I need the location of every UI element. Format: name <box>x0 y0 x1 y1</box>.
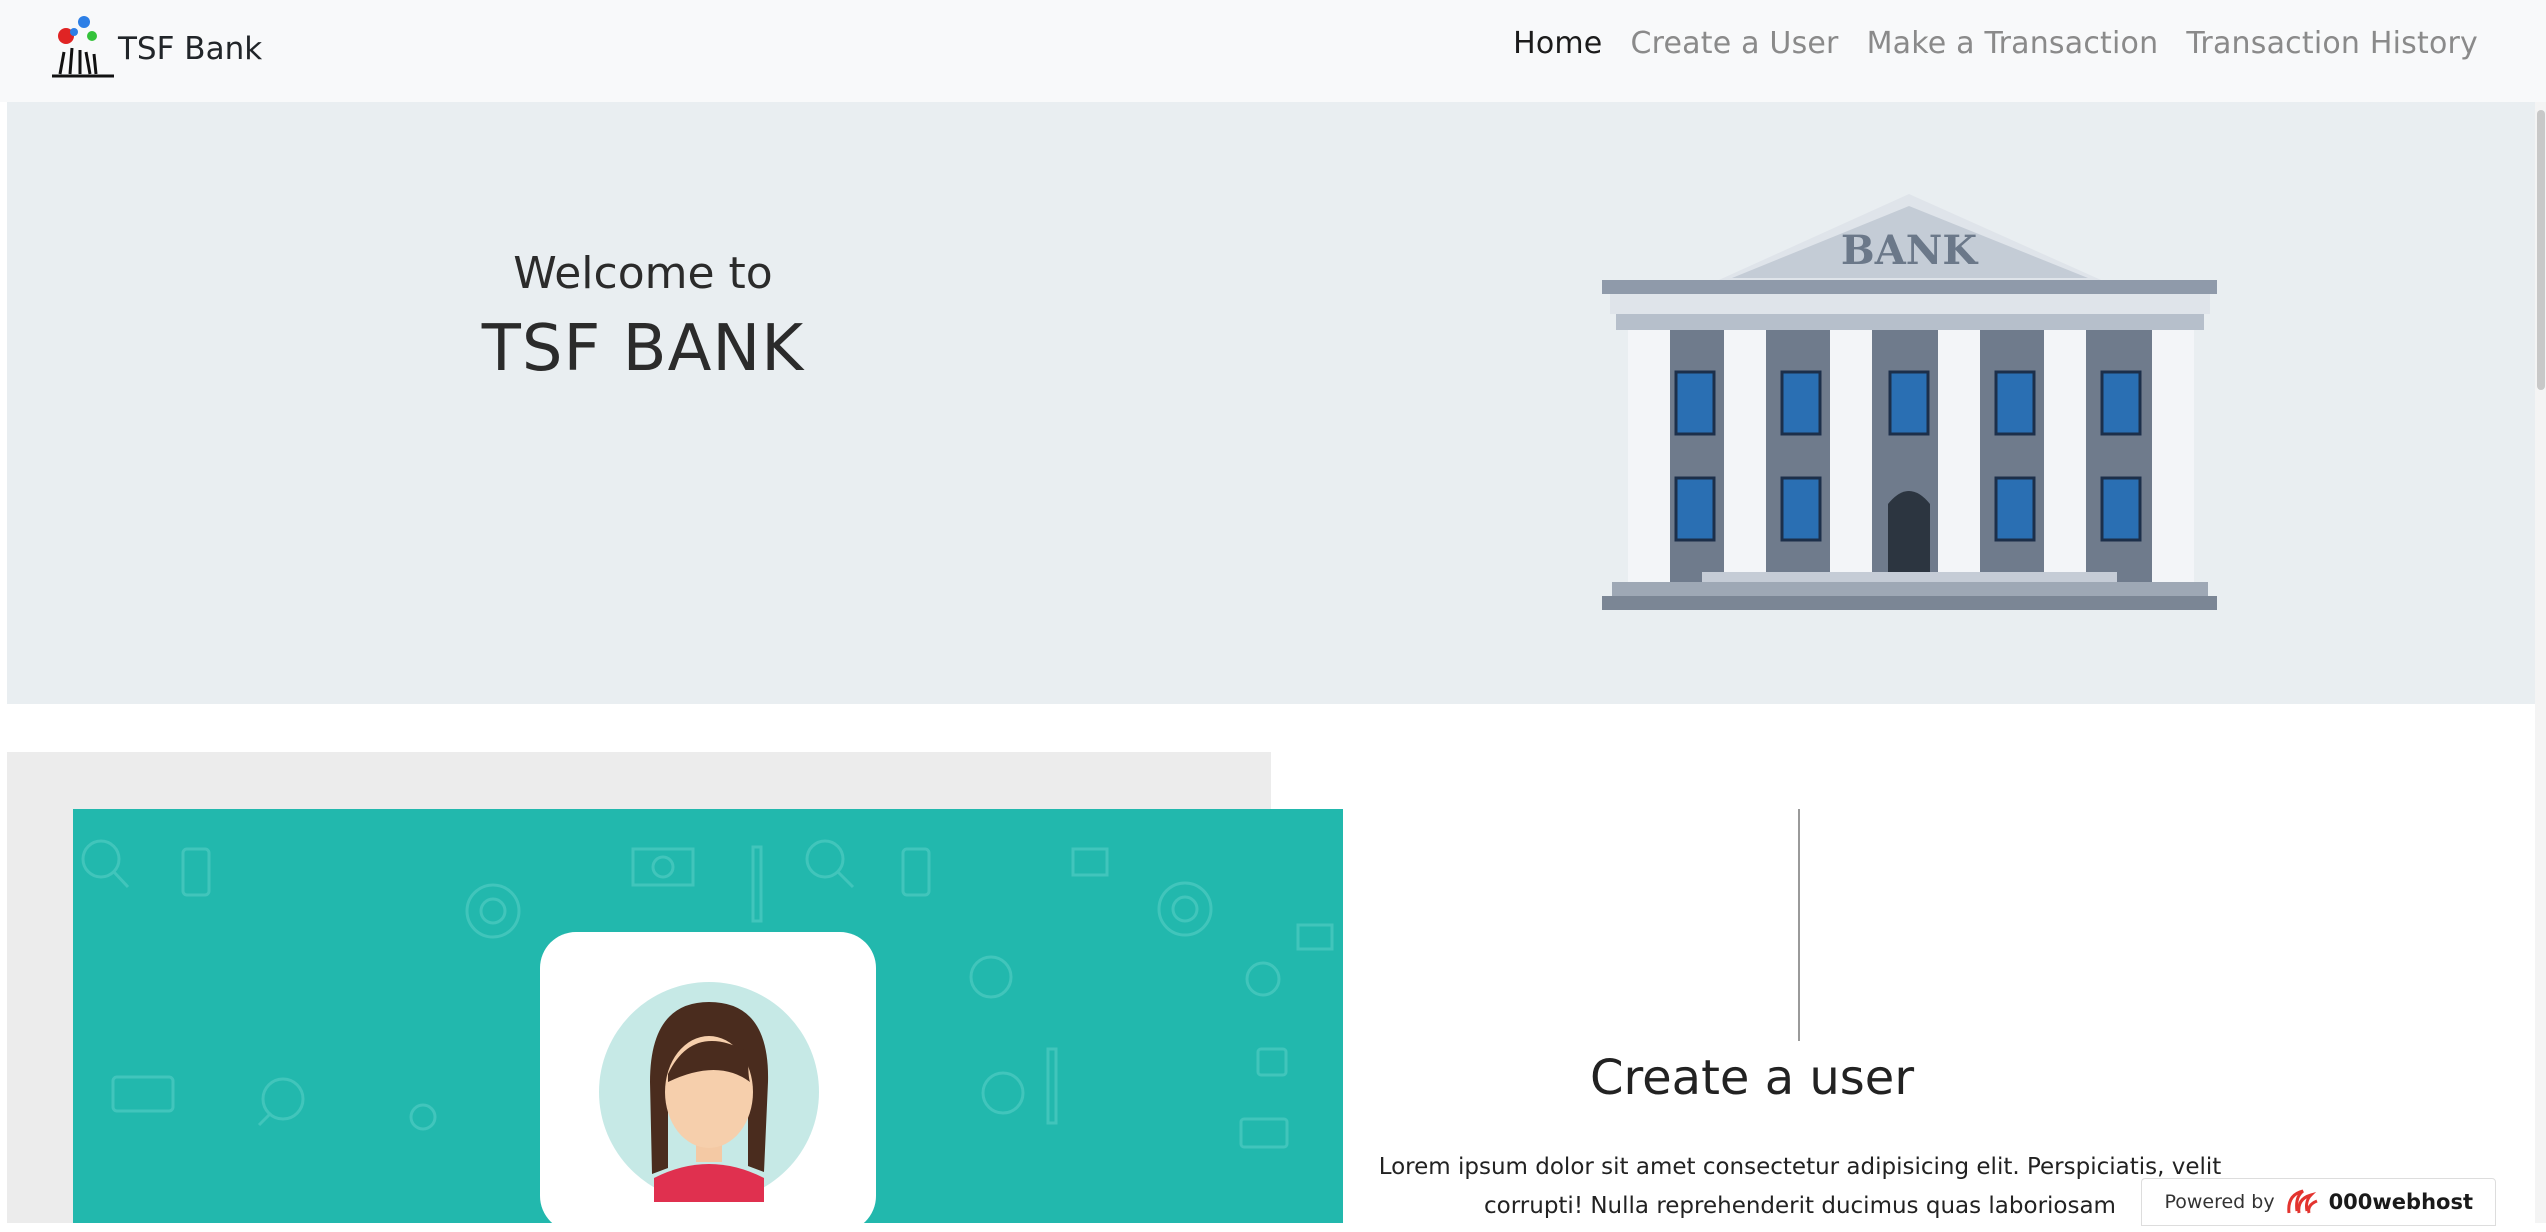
user-avatar-icon <box>599 982 819 1202</box>
brand-name: TSF Bank <box>118 31 263 67</box>
bank-logo-icon <box>52 16 114 78</box>
bank-building-illustration: BANK <box>1602 194 2217 610</box>
bank-sign-text: BANK <box>1841 227 1978 274</box>
webhost-badge[interactable]: Powered by 000webhost <box>2141 1178 2496 1226</box>
webhost-name: 000webhost <box>2328 1190 2473 1214</box>
nav-link-create-user[interactable]: Create a User <box>1630 26 1838 61</box>
section-divider <box>1798 809 1800 1041</box>
hero-section: Welcome to TSF BANK BANK <box>7 102 2546 704</box>
powered-by-label: Powered by <box>2164 1191 2275 1213</box>
create-user-description: Lorem ipsum dolor sit amet consectetur a… <box>1378 1154 2222 1219</box>
nav-link-make-transaction[interactable]: Make a Transaction <box>1867 26 2159 61</box>
brand-link[interactable]: TSF Bank <box>50 14 262 84</box>
nav-links: Home Create a User Make a Transaction Tr… <box>1513 26 2478 61</box>
create-user-heading: Create a user <box>1589 1050 1915 1106</box>
nav-link-home[interactable]: Home <box>1513 26 1602 61</box>
navbar: TSF Bank Home Create a User Make a Trans… <box>0 0 2546 102</box>
hero-title: TSF BANK <box>481 312 805 386</box>
webhost-logo-icon <box>2286 1189 2318 1214</box>
nav-link-transaction-history[interactable]: Transaction History <box>2186 26 2478 61</box>
scrollbar-thumb[interactable] <box>2537 110 2545 390</box>
hero-welcome: Welcome to <box>513 248 773 299</box>
